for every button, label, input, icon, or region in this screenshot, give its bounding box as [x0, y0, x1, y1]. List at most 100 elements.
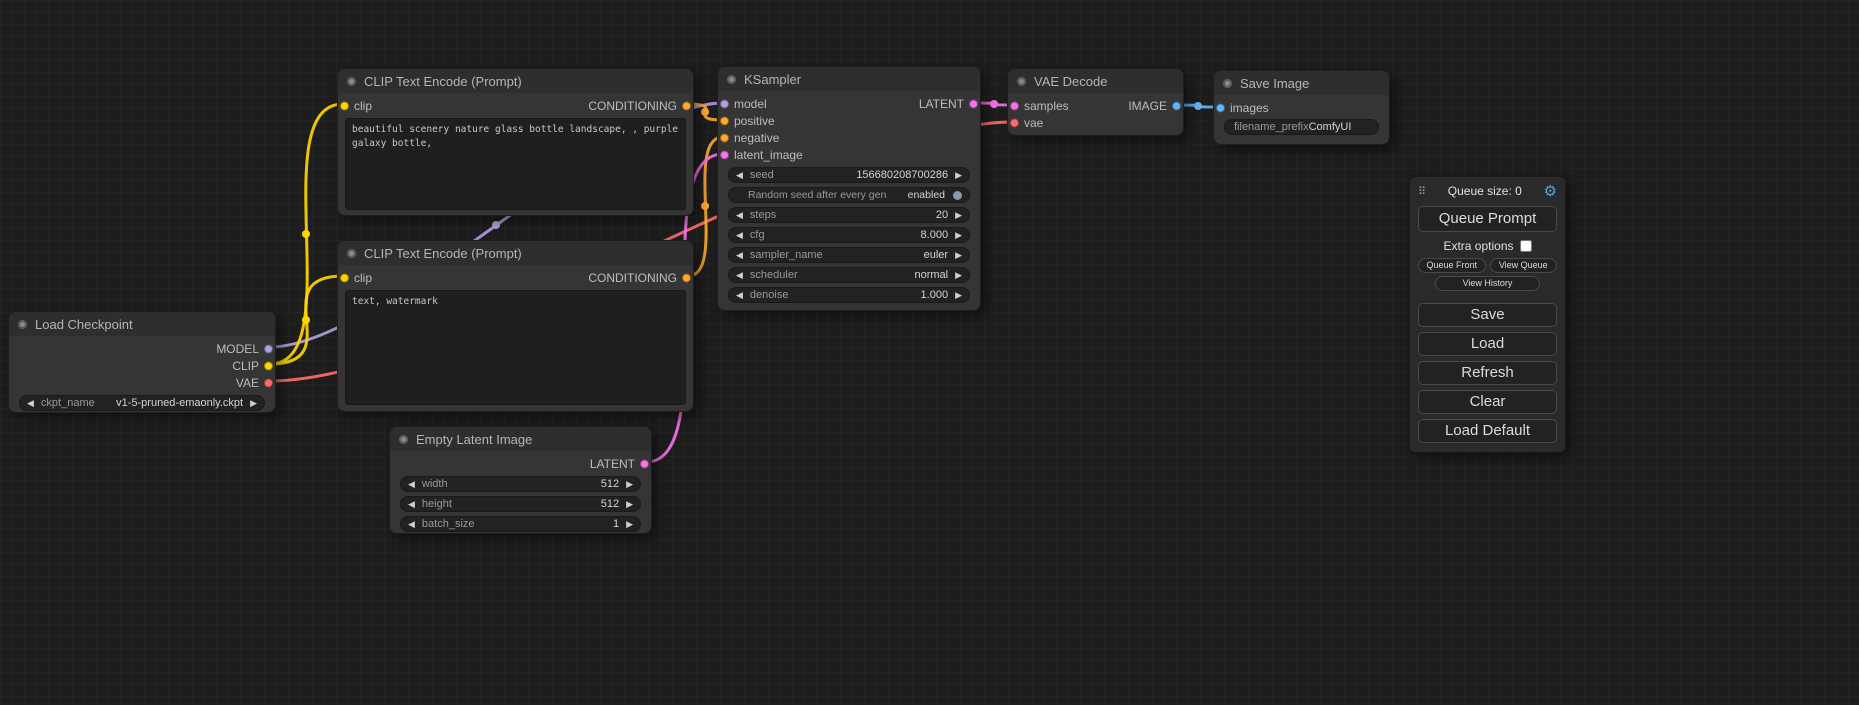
node-status-dot [18, 320, 27, 329]
widget-label: scheduler [750, 269, 798, 281]
output-label-vae: VAE [236, 376, 259, 390]
input-slot-images[interactable] [1216, 103, 1225, 112]
node-title-bar[interactable]: CLIP Text Encode (Prompt) [338, 69, 693, 93]
output-label-conditioning: CONDITIONING [588, 99, 677, 113]
node-title-bar[interactable]: Save Image [1214, 71, 1389, 95]
node-title: KSampler [744, 72, 801, 87]
input-slot-positive[interactable] [720, 116, 729, 125]
output-slot-conditioning[interactable] [682, 101, 691, 110]
node-title: Load Checkpoint [35, 317, 133, 332]
input-slot-latent-image[interactable] [720, 150, 729, 159]
increment-arrow-icon[interactable]: ▶ [626, 480, 633, 489]
decrement-arrow-icon[interactable]: ◀ [736, 291, 743, 300]
increment-arrow-icon[interactable]: ▶ [955, 171, 962, 180]
widget-label: seed [750, 169, 774, 181]
negative-prompt-textarea[interactable]: text, watermark [345, 290, 686, 405]
node-ksampler[interactable]: KSampler model positive negative latent_… [717, 66, 981, 311]
seed-widget[interactable]: ◀ seed 156680208700286 ▶ [728, 167, 970, 183]
positive-prompt-textarea[interactable]: beautiful scenery nature glass bottle la… [345, 118, 686, 210]
scheduler-widget[interactable]: ◀ scheduler normal ▶ [728, 267, 970, 283]
output-slot-vae[interactable] [264, 378, 273, 387]
sampler-name-widget[interactable]: ◀ sampler_name euler ▶ [728, 247, 970, 263]
node-load-checkpoint[interactable]: Load Checkpoint MODEL CLIP VAE ◀ ckpt_na… [8, 311, 276, 413]
input-slot-vae[interactable] [1010, 118, 1019, 127]
increment-arrow-icon[interactable]: ▶ [250, 399, 257, 408]
increment-arrow-icon[interactable]: ▶ [626, 500, 633, 509]
batch-size-widget[interactable]: ◀ batch_size 1 ▶ [400, 516, 641, 532]
widget-value: 1.000 [921, 289, 949, 301]
output-label-latent: LATENT [590, 457, 635, 471]
input-slot-negative[interactable] [720, 133, 729, 142]
toggle-dot-icon[interactable] [953, 191, 962, 200]
input-label-clip: clip [354, 271, 372, 285]
view-history-button[interactable]: View History [1435, 276, 1541, 291]
refresh-button[interactable]: Refresh [1418, 361, 1557, 385]
node-clip-text-encode-positive[interactable]: CLIP Text Encode (Prompt) clip CONDITION… [337, 68, 694, 216]
decrement-arrow-icon[interactable]: ◀ [736, 231, 743, 240]
node-empty-latent-image[interactable]: Empty Latent Image LATENT ◀ width 512 ▶ … [389, 426, 652, 534]
input-label-latent-image: latent_image [734, 148, 803, 162]
input-slot-clip[interactable] [340, 101, 349, 110]
output-slot-clip[interactable] [264, 361, 273, 370]
node-title-bar[interactable]: Load Checkpoint [9, 312, 275, 336]
node-status-dot [347, 249, 356, 258]
output-slot-latent[interactable] [969, 99, 978, 108]
queue-front-button[interactable]: Queue Front [1418, 258, 1486, 273]
input-label-images: images [1230, 101, 1269, 115]
load-button[interactable]: Load [1418, 332, 1557, 356]
random-seed-toggle-widget[interactable]: Random seed after every gen enabled [728, 187, 970, 203]
node-title-bar[interactable]: CLIP Text Encode (Prompt) [338, 241, 693, 265]
wire-midpoint-dot [701, 202, 709, 210]
extra-options-checkbox[interactable] [1520, 240, 1532, 252]
node-graph-canvas[interactable]: Load Checkpoint MODEL CLIP VAE ◀ ckpt_na… [0, 0, 1859, 705]
decrement-arrow-icon[interactable]: ◀ [27, 399, 34, 408]
steps-widget[interactable]: ◀ steps 20 ▶ [728, 207, 970, 223]
node-title: Save Image [1240, 76, 1309, 91]
increment-arrow-icon[interactable]: ▶ [955, 251, 962, 260]
settings-gear-icon[interactable]: ⚙ [1544, 184, 1557, 199]
decrement-arrow-icon[interactable]: ◀ [408, 480, 415, 489]
increment-arrow-icon[interactable]: ▶ [626, 520, 633, 529]
output-slot-conditioning[interactable] [682, 273, 691, 282]
node-title: CLIP Text Encode (Prompt) [364, 74, 522, 89]
input-slot-clip[interactable] [340, 273, 349, 282]
filename-prefix-widget[interactable]: filename_prefix ComfyUI [1224, 119, 1379, 135]
queue-prompt-button[interactable]: Queue Prompt [1418, 206, 1557, 232]
node-title-bar[interactable]: Empty Latent Image [390, 427, 651, 451]
node-vae-decode[interactable]: VAE Decode samples vae IMAGE [1007, 68, 1184, 136]
decrement-arrow-icon[interactable]: ◀ [736, 171, 743, 180]
widget-value: enabled [908, 189, 945, 201]
increment-arrow-icon[interactable]: ▶ [955, 291, 962, 300]
output-slot-image[interactable] [1172, 101, 1181, 110]
increment-arrow-icon[interactable]: ▶ [955, 231, 962, 240]
decrement-arrow-icon[interactable]: ◀ [736, 251, 743, 260]
decrement-arrow-icon[interactable]: ◀ [736, 271, 743, 280]
denoise-widget[interactable]: ◀ denoise 1.000 ▶ [728, 287, 970, 303]
widget-label: ckpt_name [41, 397, 95, 409]
decrement-arrow-icon[interactable]: ◀ [408, 500, 415, 509]
widget-label: denoise [750, 289, 789, 301]
decrement-arrow-icon[interactable]: ◀ [408, 520, 415, 529]
node-clip-text-encode-negative[interactable]: CLIP Text Encode (Prompt) clip CONDITION… [337, 240, 694, 412]
node-title-bar[interactable]: VAE Decode [1008, 69, 1183, 93]
output-label-image: IMAGE [1128, 99, 1167, 113]
decrement-arrow-icon[interactable]: ◀ [736, 211, 743, 220]
cfg-widget[interactable]: ◀ cfg 8.000 ▶ [728, 227, 970, 243]
width-widget[interactable]: ◀ width 512 ▶ [400, 476, 641, 492]
increment-arrow-icon[interactable]: ▶ [955, 211, 962, 220]
ckpt-name-widget[interactable]: ◀ ckpt_name v1-5-pruned-emaonly.ckpt ▶ [19, 395, 265, 411]
view-queue-button[interactable]: View Queue [1490, 258, 1558, 273]
node-save-image[interactable]: Save Image images filename_prefix ComfyU… [1213, 70, 1390, 145]
clear-button[interactable]: Clear [1418, 390, 1557, 414]
input-label-negative: negative [734, 131, 779, 145]
output-slot-model[interactable] [264, 344, 273, 353]
increment-arrow-icon[interactable]: ▶ [955, 271, 962, 280]
height-widget[interactable]: ◀ height 512 ▶ [400, 496, 641, 512]
widget-value: 512 [601, 498, 619, 510]
output-slot-latent[interactable] [640, 459, 649, 468]
node-title-bar[interactable]: KSampler [718, 67, 980, 91]
drag-handle-icon[interactable]: ⠿ [1418, 185, 1426, 198]
widget-value: v1-5-pruned-emaonly.ckpt [116, 397, 243, 409]
load-default-button[interactable]: Load Default [1418, 419, 1557, 443]
save-button[interactable]: Save [1418, 303, 1557, 327]
